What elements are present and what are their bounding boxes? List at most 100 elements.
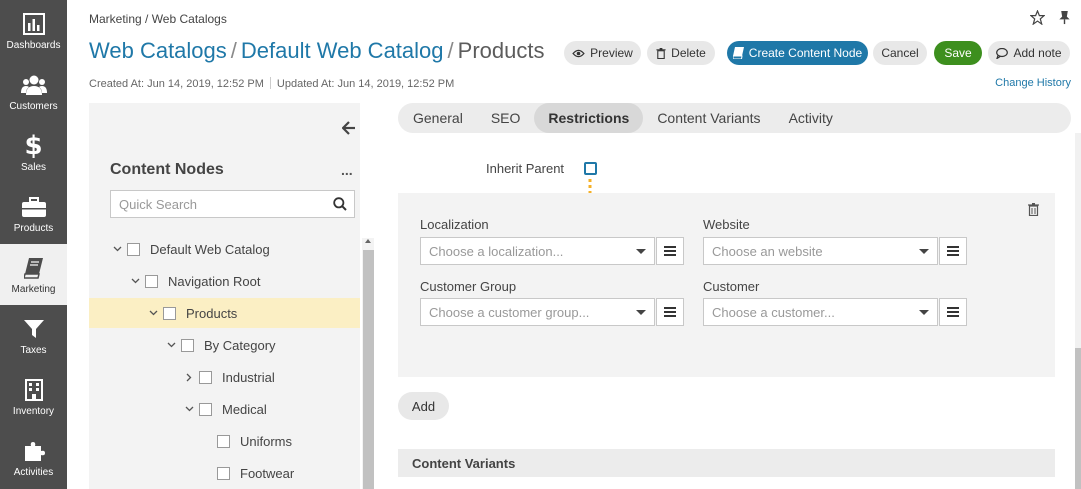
cancel-button[interactable]: Cancel [873,41,927,65]
preview-button[interactable]: Preview [564,41,641,65]
chevron-right-icon[interactable] [183,371,195,383]
add-restriction-button[interactable]: Add [398,392,449,420]
customer-group-menu-button[interactable] [656,298,684,326]
save-button[interactable]: Save [934,41,982,65]
tree-item-by-category[interactable]: By Category [89,330,360,360]
nav-marketing[interactable]: Marketing [0,244,67,305]
nav-sales[interactable]: $ Sales [0,122,67,183]
website-menu-button[interactable] [939,237,967,265]
create-content-node-button[interactable]: Create Content Node [727,41,868,65]
sidebar-scrollbar-thumb[interactable] [363,250,374,489]
speech-bubble-icon [996,47,1009,59]
nav-sales-label: Sales [20,162,46,173]
building-icon [24,375,43,405]
tree-item-medical[interactable]: Medical [89,394,360,424]
chevron-down-icon[interactable] [183,403,195,415]
puzzle-icon [23,436,45,466]
tab-activity[interactable]: Activity [775,103,847,133]
title-link-web-catalogs[interactable]: Web Catalogs [89,38,227,63]
tree-item-footwear[interactable]: Footwear [89,458,360,488]
tree-checkbox[interactable] [217,466,230,480]
customer-select[interactable]: Choose a customer... [703,298,938,326]
delete-button-label: Delete [671,46,706,60]
tree-item-label: Products [186,305,238,321]
website-select[interactable]: Choose an website [703,237,938,265]
tree-checkbox[interactable] [199,370,212,384]
quick-search-input[interactable] [111,191,321,217]
main-scrollbar[interactable] [1075,133,1081,489]
caret-down-icon [636,310,646,315]
tree-item-label: By Category [204,337,276,353]
main-scrollbar-thumb[interactable] [1075,348,1081,489]
search-icon[interactable] [333,197,347,214]
tree-item-products[interactable]: Products [89,298,360,328]
trash-icon[interactable] [1028,203,1039,219]
tab-bar: General SEO Restrictions Content Variant… [398,103,1071,133]
localization-select[interactable]: Choose a localization... [420,237,655,265]
tree-item-label: Industrial [222,369,275,385]
tree-item-default-web-catalog[interactable]: Default Web Catalog [89,234,360,264]
tab-seo[interactable]: SEO [477,103,535,133]
tab-restrictions[interactable]: Restrictions [534,103,644,133]
tree-checkbox[interactable] [127,242,140,256]
add-note-button[interactable]: Add note [988,41,1070,65]
tree-checkbox[interactable] [163,306,176,320]
change-history-link[interactable]: Change History [995,77,1071,89]
title-current: Products [457,38,545,63]
star-icon[interactable] [1029,9,1046,26]
title-separator: / [230,38,237,63]
dollar-icon: $ [24,131,43,161]
title-link-default-web-catalog[interactable]: Default Web Catalog [241,38,444,63]
localization-menu-button[interactable] [656,237,684,265]
chevron-down-icon[interactable] [147,307,159,319]
tree-item-label: Default Web Catalog [150,241,270,257]
tab-general[interactable]: General [399,103,477,133]
tree-checkbox[interactable] [217,434,230,448]
tree-item-industrial[interactable]: Industrial [89,362,360,392]
tree-item-uniforms[interactable]: Uniforms [89,426,360,456]
caret-down-icon [636,249,646,254]
tree-item-navigation-root[interactable]: Navigation Root [89,266,360,296]
chevron-down-icon[interactable] [111,243,123,255]
nav-taxes[interactable]: Taxes [0,305,67,366]
nav-activities-label: Activities [13,467,54,478]
breadcrumb[interactable]: Marketing / Web Catalogs [89,12,227,26]
nav-customers[interactable]: Customers [0,61,67,122]
briefcase-icon [21,192,46,222]
hamburger-icon [947,307,959,317]
title-separator: / [447,38,454,63]
nav-dashboards[interactable]: Dashboards [0,0,67,61]
more-options-icon[interactable]: ... [341,162,353,178]
nav-dashboards-label: Dashboards [6,40,61,51]
chevron-down-icon[interactable] [165,339,177,351]
quick-search [110,190,355,218]
tree-checkbox[interactable] [199,402,212,416]
book-icon [23,253,44,283]
localization-label: Localization [420,217,489,232]
delete-button[interactable]: Delete [647,41,715,65]
nav-products[interactable]: Products [0,183,67,244]
nav-activities[interactable]: Activities [0,427,67,488]
customer-group-select[interactable]: Choose a customer group... [420,298,655,326]
tree-checkbox[interactable] [181,338,194,352]
chevron-down-icon[interactable] [129,275,141,287]
customer-group-placeholder: Choose a customer group... [429,304,590,320]
page-title: Web Catalogs / Default Web Catalog / Product… [89,38,544,64]
tab-content-variants[interactable]: Content Variants [643,103,774,133]
pin-icon[interactable] [1058,10,1074,26]
content-nodes-title: Content Nodes [110,161,224,178]
arrow-left-icon[interactable] [341,121,356,138]
website-label: Website [703,217,750,232]
tree-checkbox[interactable] [145,274,158,288]
scroll-up-arrow-icon[interactable] [365,239,371,243]
cancel-button-label: Cancel [881,46,919,60]
customer-menu-button[interactable] [939,298,967,326]
customer-label: Customer [703,279,760,294]
inherit-parent-label: Inherit Parent [486,161,565,176]
eye-icon [572,49,585,57]
created-at: Created At: Jun 14, 2019, 12:52 PM [89,78,264,90]
nav-inventory[interactable]: Inventory [0,366,67,427]
inherit-parent-checkbox[interactable] [584,162,597,175]
book-icon [732,47,744,59]
customer-group-label: Customer Group [420,279,517,294]
